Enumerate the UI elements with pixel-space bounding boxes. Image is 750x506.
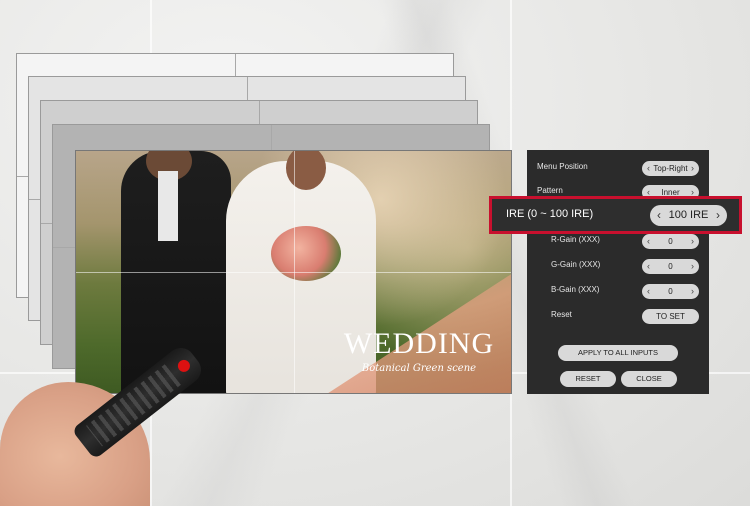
power-button-icon	[175, 357, 193, 375]
r-gain-stepper[interactable]: ‹ 0 ›	[642, 234, 699, 249]
pattern-label: Pattern	[537, 186, 563, 195]
menu-row-g-gain: G-Gain (XXX) ‹ 0 ›	[527, 257, 709, 277]
r-gain-label: R-Gain (XXX)	[551, 235, 600, 244]
chevron-right-icon[interactable]: ›	[691, 259, 694, 274]
g-gain-stepper[interactable]: ‹ 0 ›	[642, 259, 699, 274]
apply-to-all-inputs-button[interactable]: APPLY TO ALL INPUTS	[558, 345, 678, 361]
groom-shirt	[158, 171, 178, 241]
wedding-title: WEDDING	[343, 327, 495, 360]
menu-position-selector[interactable]: ‹ Top-Right ›	[642, 161, 699, 176]
ire-value: 100 IRE	[668, 209, 709, 221]
chevron-right-icon[interactable]: ›	[691, 234, 694, 249]
close-button[interactable]: CLOSE	[621, 371, 677, 387]
osd-menu-panel: Menu Position ‹ Top-Right › Pattern ‹ In…	[527, 150, 709, 394]
ire-highlight-callout[interactable]: IRE (0 ~ 100 IRE) ‹ 100 IRE ›	[489, 196, 742, 234]
menu-row-b-gain: B-Gain (XXX) ‹ 0 ›	[527, 282, 709, 302]
r-gain-value: 0	[668, 237, 673, 246]
chevron-right-icon[interactable]: ›	[716, 205, 720, 226]
b-gain-label: B-Gain (XXX)	[551, 285, 600, 294]
video-wall-photo: WEDDING Botanical Green scene	[75, 150, 512, 394]
g-gain-label: G-Gain (XXX)	[551, 260, 601, 269]
wedding-subtitle: Botanical Green scene	[361, 363, 477, 374]
menu-position-value: Top-Right	[653, 164, 688, 173]
menu-position-label: Menu Position	[537, 162, 588, 171]
chevron-right-icon[interactable]: ›	[691, 161, 694, 176]
b-gain-stepper[interactable]: ‹ 0 ›	[642, 284, 699, 299]
chevron-left-icon[interactable]: ‹	[647, 234, 650, 249]
chevron-left-icon[interactable]: ‹	[647, 259, 650, 274]
reset-button[interactable]: RESET	[560, 371, 616, 387]
chevron-left-icon[interactable]: ‹	[657, 205, 661, 226]
menu-row-reset: Reset TO SET	[527, 307, 709, 327]
ire-selector[interactable]: ‹ 100 IRE ›	[650, 205, 727, 226]
menu-row-r-gain: R-Gain (XXX) ‹ 0 ›	[527, 232, 709, 252]
bezel-seam-horizontal	[76, 272, 511, 273]
chevron-left-icon[interactable]: ‹	[647, 161, 650, 176]
reset-label: Reset	[551, 310, 572, 319]
b-gain-value: 0	[668, 287, 673, 296]
chevron-right-icon[interactable]: ›	[691, 284, 694, 299]
menu-row-menu-position: Menu Position ‹ Top-Right ›	[527, 159, 709, 179]
ire-label: IRE (0 ~ 100 IRE)	[506, 208, 594, 220]
chevron-left-icon[interactable]: ‹	[647, 284, 650, 299]
to-set-button[interactable]: TO SET	[642, 309, 699, 324]
g-gain-value: 0	[668, 262, 673, 271]
